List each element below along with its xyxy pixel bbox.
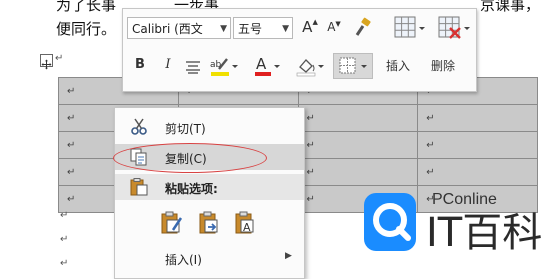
table-cell[interactable]: ↵ [297,131,419,159]
context-menu: 剪切(T) 复制(C) 粘贴选项: A 插入(I) ▶ [114,107,305,279]
font-size-value: 五号 [238,22,263,36]
paragraph-mark: ↵ [60,234,69,245]
delete-table-icon[interactable] [435,11,473,47]
submenu-arrow-icon: ▶ [285,251,292,261]
shading-button[interactable] [295,55,325,79]
shrink-font-button[interactable]: A▼ [325,20,343,34]
menu-item-label: 剪切(T) [165,122,206,136]
paragraph-mark: ↵ [60,210,69,221]
font-name-combo[interactable]: Calibri (西文 ▼ [127,17,231,39]
menu-item-insert[interactable]: 插入(I) ▶ [115,245,304,271]
watermark-logo: PConline IT百科 [352,183,552,273]
font-size-combo[interactable]: 五号 ▼ [233,17,293,39]
paste-keep-format-icon[interactable] [159,210,185,236]
paragraph-mark: ↵ [60,258,69,269]
paste-icon [129,178,149,196]
chevron-down-icon: ▼ [282,24,289,34]
table-cell[interactable]: ↵ [417,131,538,159]
bold-button[interactable]: B [133,57,147,72]
watermark-brand: PConline [432,191,497,208]
insert-label[interactable]: 插入 [386,57,410,74]
table-cell[interactable]: ↵ [297,104,419,132]
paste-merge-format-icon[interactable] [197,210,223,236]
chevron-down-icon: ▼ [220,24,227,34]
mini-toolbar: Calibri (西文 ▼ 五号 ▼ A▲ A▼ B I ab A 插入 删除 [122,8,477,92]
doc-text-line1-left: 为了长事 [56,0,117,14]
table-cell[interactable]: ↵ [297,158,419,186]
grow-font-icon: A [302,18,313,36]
menu-item-paste-options: 粘贴选项: [115,174,304,200]
font-color-button[interactable]: A [253,55,281,79]
menu-item-label: 插入(I) [165,253,202,267]
scissors-icon [129,118,149,136]
svg-text:A: A [243,221,251,234]
borders-button[interactable] [333,53,373,79]
doc-text-line1-right: 京课事， [480,0,541,14]
highlight-color-button[interactable]: ab [209,55,239,79]
paste-text-only-icon[interactable]: A [233,210,259,236]
delete-label[interactable]: 删除 [431,57,455,74]
italic-button[interactable]: I [161,57,175,72]
paragraph-mark: ↵ [55,53,64,64]
doc-text-line2: 便同行。 [56,20,117,38]
table-cell[interactable]: ↵ [417,104,538,132]
move-anchor-icon[interactable] [40,54,53,70]
svg-text:A: A [256,55,267,73]
font-name-value: Calibri (西文 [132,22,203,36]
format-painter-icon[interactable] [351,17,373,39]
align-center-icon[interactable] [185,59,201,74]
watermark-name: IT百科 [426,210,543,256]
annotation-ellipse [113,143,267,173]
insert-table-icon[interactable] [391,11,427,47]
menu-item-label: 粘贴选项: [165,182,218,196]
grow-font-button[interactable]: A▲ [301,18,319,36]
table-cell[interactable]: ↵ [417,158,538,186]
menu-item-cut[interactable]: 剪切(T) [115,114,304,140]
